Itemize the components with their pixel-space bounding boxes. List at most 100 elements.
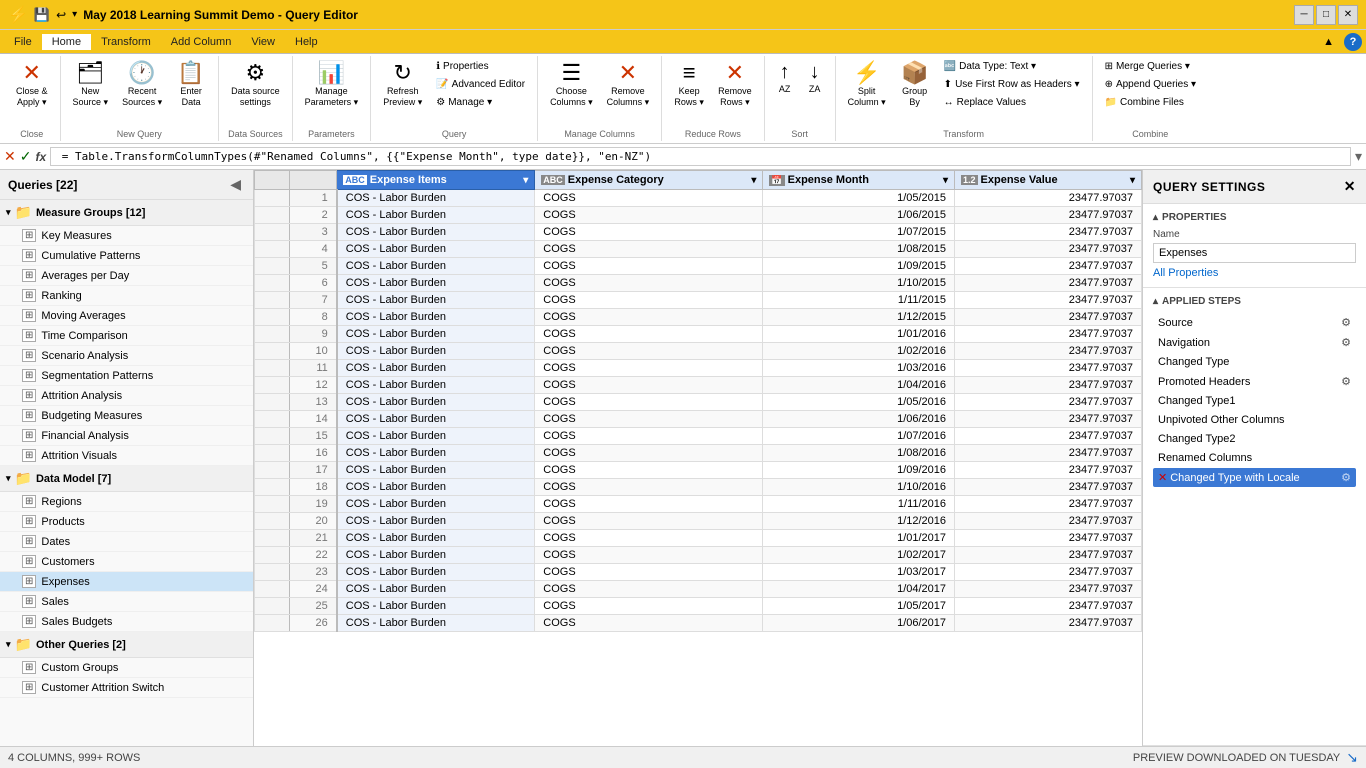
query-item-expenses[interactable]: ⊞Expenses (0, 572, 253, 592)
row-selector-cell[interactable] (255, 462, 290, 479)
query-item-budgeting-measures[interactable]: ⊞Budgeting Measures (0, 406, 253, 426)
applied-steps-collapse-icon[interactable]: ▴ (1153, 296, 1158, 307)
query-item-moving-averages[interactable]: ⊞Moving Averages (0, 306, 253, 326)
expense-month-filter-icon[interactable]: ▾ (943, 175, 948, 186)
row-selector-cell[interactable] (255, 343, 290, 360)
table-row[interactable]: 12COS - Labor BurdenCOGS1/04/201623477.9… (255, 377, 1142, 394)
query-item-custom-groups[interactable]: ⊞Custom Groups (0, 658, 253, 678)
close-apply-button[interactable]: ✕ Close &Apply ▾ (10, 58, 54, 112)
menu-home[interactable]: Home (42, 34, 91, 50)
table-row[interactable]: 5COS - Labor BurdenCOGS1/09/201523477.97… (255, 258, 1142, 275)
all-properties-link[interactable]: All Properties (1153, 267, 1218, 279)
row-selector-cell[interactable] (255, 530, 290, 547)
row-selector-cell[interactable] (255, 326, 290, 343)
table-row[interactable]: 6COS - Labor BurdenCOGS1/10/201523477.97… (255, 275, 1142, 292)
row-selector-cell[interactable] (255, 615, 290, 632)
query-item-financial-analysis[interactable]: ⊞Financial Analysis (0, 426, 253, 446)
formula-cancel-icon[interactable]: ✕ (4, 148, 16, 165)
table-row[interactable]: 10COS - Labor BurdenCOGS1/02/201623477.9… (255, 343, 1142, 360)
expense-value-filter-icon[interactable]: ▾ (1130, 175, 1135, 186)
formula-expand-icon[interactable]: ▾ (1355, 148, 1362, 165)
table-row[interactable]: 16COS - Labor BurdenCOGS1/08/201623477.9… (255, 445, 1142, 462)
row-selector-cell[interactable] (255, 479, 290, 496)
step-gear-icon[interactable]: ⚙ (1341, 336, 1351, 349)
step-item-changed-type-with-locale[interactable]: ✕Changed Type with Locale⚙ (1153, 468, 1356, 487)
row-selector-cell[interactable] (255, 598, 290, 615)
step-gear-icon[interactable]: ⚙ (1341, 316, 1351, 329)
query-item-products[interactable]: ⊞Products (0, 512, 253, 532)
advanced-editor-button[interactable]: 📝 Advanced Editor (430, 76, 531, 93)
col-header-expense-value[interactable]: 1.2 Expense Value ▾ (955, 171, 1142, 190)
query-item-attrition-visuals[interactable]: ⊞Attrition Visuals (0, 446, 253, 466)
queries-collapse-button[interactable]: ◀ (226, 176, 245, 193)
table-row[interactable]: 7COS - Labor BurdenCOGS1/11/201523477.97… (255, 292, 1142, 309)
close-button[interactable]: ✕ (1338, 5, 1358, 25)
row-selector-cell[interactable] (255, 547, 290, 564)
restore-button[interactable]: □ (1316, 5, 1336, 25)
table-row[interactable]: 22COS - Labor BurdenCOGS1/02/201723477.9… (255, 547, 1142, 564)
row-selector-cell[interactable] (255, 275, 290, 292)
table-row[interactable]: 14COS - Labor BurdenCOGS1/06/201623477.9… (255, 411, 1142, 428)
use-first-row-button[interactable]: ⬆ Use First Row as Headers ▾ (938, 76, 1086, 93)
row-selector-cell[interactable] (255, 309, 290, 326)
step-item-changed-type1[interactable]: Changed Type1 (1153, 392, 1356, 410)
menu-help[interactable]: Help (285, 34, 328, 50)
expense-items-filter-icon[interactable]: ▾ (523, 175, 528, 186)
data-source-settings-button[interactable]: ⚙ Data sourcesettings (225, 58, 286, 112)
new-source-button[interactable]: 🗂 NewSource ▾ (67, 58, 115, 112)
row-selector-cell[interactable] (255, 496, 290, 513)
col-header-expense-category[interactable]: ABC Expense Category ▾ (535, 171, 763, 190)
sort-ascending-button[interactable]: ↑ AZ (771, 58, 799, 99)
sort-descending-button[interactable]: ↓ ZA (801, 58, 829, 99)
expense-category-filter-icon[interactable]: ▾ (751, 175, 756, 186)
query-group-data-model[interactable]: ▾📁Data Model [7] (0, 466, 253, 492)
row-selector-cell[interactable] (255, 411, 290, 428)
menu-transform[interactable]: Transform (91, 34, 161, 50)
merge-queries-button[interactable]: ⊞ Merge Queries ▾ (1099, 58, 1202, 75)
table-row[interactable]: 11COS - Labor BurdenCOGS1/03/201623477.9… (255, 360, 1142, 377)
query-group-other-queries[interactable]: ▾📁Other Queries [2] (0, 632, 253, 658)
table-row[interactable]: 2COS - Labor BurdenCOGS1/06/201523477.97… (255, 207, 1142, 224)
properties-button[interactable]: ℹ Properties (430, 58, 531, 75)
keep-rows-button[interactable]: ≡ KeepRows ▾ (668, 58, 710, 112)
formula-check-icon[interactable]: ✓ (20, 148, 32, 165)
undo-icon[interactable]: ↩ (56, 8, 66, 22)
query-item-attrition-analysis[interactable]: ⊞Attrition Analysis (0, 386, 253, 406)
step-item-promoted-headers[interactable]: Promoted Headers⚙ (1153, 372, 1356, 391)
dropdown-icon[interactable]: ▾ (72, 9, 77, 20)
query-item-averages-per-day[interactable]: ⊞Averages per Day (0, 266, 253, 286)
table-row[interactable]: 18COS - Labor BurdenCOGS1/10/201623477.9… (255, 479, 1142, 496)
menu-add-column[interactable]: Add Column (161, 34, 242, 50)
table-row[interactable]: 19COS - Labor BurdenCOGS1/11/201623477.9… (255, 496, 1142, 513)
query-item-sales[interactable]: ⊞Sales (0, 592, 253, 612)
query-item-dates[interactable]: ⊞Dates (0, 532, 253, 552)
menu-file[interactable]: File (4, 34, 42, 50)
table-row[interactable]: 15COS - Labor BurdenCOGS1/07/201623477.9… (255, 428, 1142, 445)
step-item-changed-type2[interactable]: Changed Type2 (1153, 430, 1356, 448)
row-selector-cell[interactable] (255, 377, 290, 394)
col-header-expense-month[interactable]: 📅 Expense Month ▾ (763, 171, 955, 190)
row-selector-cell[interactable] (255, 190, 290, 207)
step-item-changed-type[interactable]: Changed Type (1153, 353, 1356, 371)
query-item-segmentation-patterns[interactable]: ⊞Segmentation Patterns (0, 366, 253, 386)
row-selector-cell[interactable] (255, 513, 290, 530)
minimize-button[interactable]: ─ (1294, 5, 1314, 25)
row-selector-cell[interactable] (255, 292, 290, 309)
table-row[interactable]: 13COS - Labor BurdenCOGS1/05/201623477.9… (255, 394, 1142, 411)
row-selector-cell[interactable] (255, 564, 290, 581)
query-item-time-comparison[interactable]: ⊞Time Comparison (0, 326, 253, 346)
data-type-button[interactable]: 🔤 Data Type: Text ▾ (938, 58, 1086, 75)
group-by-button[interactable]: 📦 GroupBy (894, 58, 936, 112)
step-item-source[interactable]: Source⚙ (1153, 313, 1356, 332)
help-icon[interactable]: ? (1344, 33, 1362, 51)
row-selector-cell[interactable] (255, 394, 290, 411)
table-row[interactable]: 17COS - Labor BurdenCOGS1/09/201623477.9… (255, 462, 1142, 479)
table-row[interactable]: 21COS - Labor BurdenCOGS1/01/201723477.9… (255, 530, 1142, 547)
query-item-regions[interactable]: ⊞Regions (0, 492, 253, 512)
recent-sources-button[interactable]: 🕐 RecentSources ▾ (116, 58, 168, 112)
query-group-measure-groups[interactable]: ▾📁Measure Groups [12] (0, 200, 253, 226)
settings-close-icon[interactable]: ✕ (1344, 178, 1356, 195)
step-item-navigation[interactable]: Navigation⚙ (1153, 333, 1356, 352)
row-selector-cell[interactable] (255, 241, 290, 258)
table-row[interactable]: 23COS - Labor BurdenCOGS1/03/201723477.9… (255, 564, 1142, 581)
